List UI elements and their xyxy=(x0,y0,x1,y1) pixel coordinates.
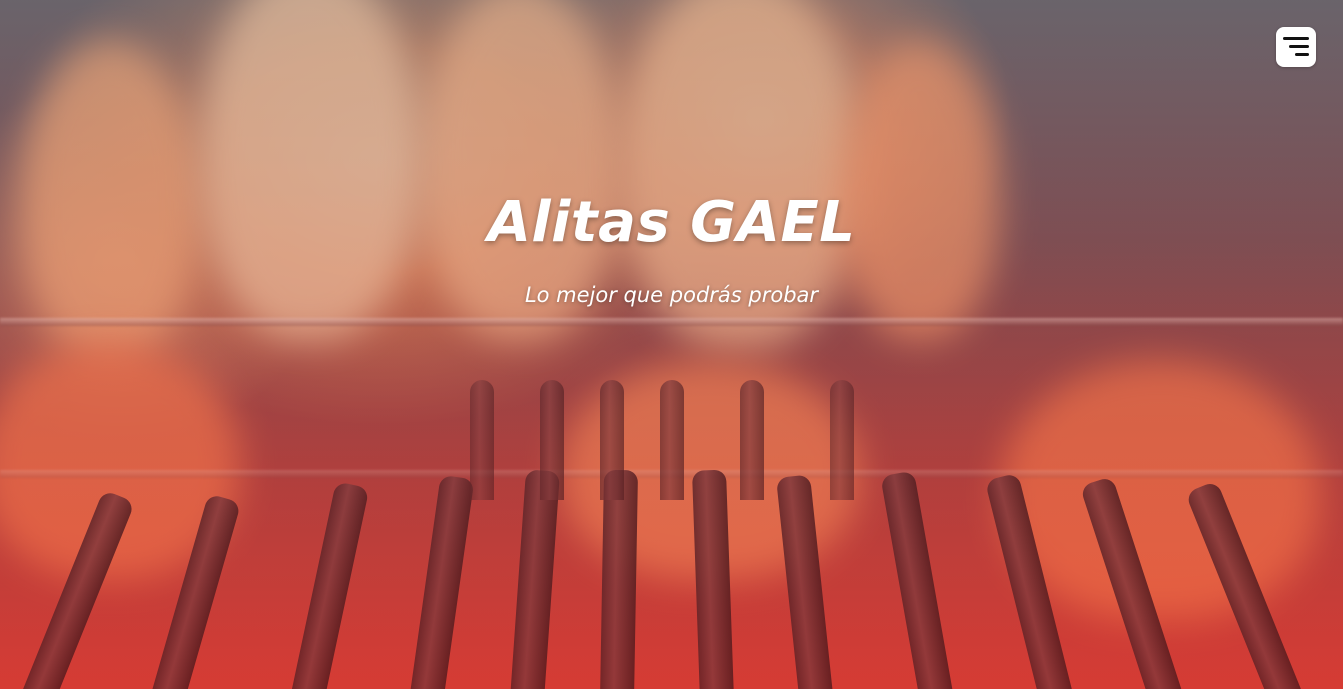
page-subtitle: Lo mejor que podrás probar xyxy=(524,283,819,307)
color-overlay xyxy=(0,0,1343,689)
page-title: Alitas GAEL xyxy=(487,190,856,255)
menu-button[interactable] xyxy=(1276,27,1316,67)
hamburger-menu-icon xyxy=(1283,37,1309,56)
hero-section: Alitas GAEL Lo mejor que podrás probar xyxy=(0,0,1343,689)
